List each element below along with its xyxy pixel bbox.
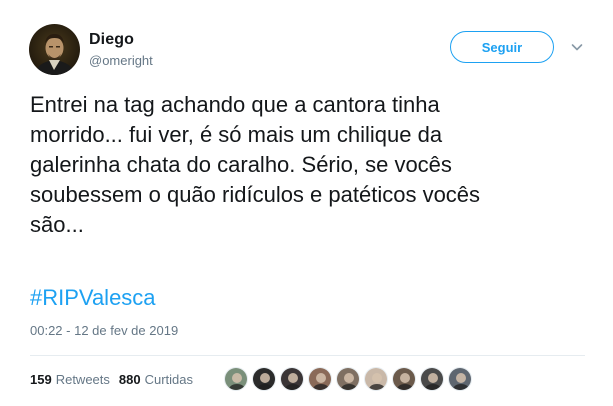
tweet-text: Entrei na tag achando que a cantora tinh… <box>30 90 590 240</box>
tweet-text-line: soubessem o quão ridículos e patéticos v… <box>30 182 481 207</box>
liker-avatar-2[interactable] <box>252 367 276 391</box>
retweets-label: Retweets <box>55 372 110 387</box>
liker-avatar-3[interactable] <box>280 367 304 391</box>
liker-avatar-7[interactable] <box>392 367 416 391</box>
liker-avatar-8[interactable] <box>420 367 444 391</box>
retweets-count: 159 <box>30 372 52 387</box>
tweet-timestamp[interactable]: 00:22 - 12 de fev de 2019 <box>30 323 178 338</box>
liker-avatar-4[interactable] <box>308 367 332 391</box>
author-username[interactable]: @omeright <box>89 53 153 68</box>
liker-avatar-1[interactable] <box>224 367 248 391</box>
author-display-name[interactable]: Diego <box>89 31 134 49</box>
profile-photo-icon[interactable] <box>29 24 80 75</box>
tweet-stats: 159 Retweets 880 Curtidas <box>30 372 202 387</box>
chevron-down-icon[interactable] <box>570 40 584 54</box>
likes-count: 880 <box>118 372 141 387</box>
tweet-text-line: Entrei na tag achando que a cantora tinh… <box>30 92 440 117</box>
liker-avatar-5[interactable] <box>336 367 360 391</box>
hashtag-link[interactable]: #RIPValesca <box>30 283 156 313</box>
likers-avatar-list <box>224 367 476 391</box>
liker-avatar-9[interactable] <box>448 367 472 391</box>
likes-stat[interactable]: 880 Curtidas <box>119 372 193 387</box>
liker-avatar-6[interactable] <box>364 367 388 391</box>
tweet-text-line: galerinha chata do caralho. Sério, se vo… <box>30 152 452 177</box>
divider <box>30 355 585 356</box>
retweets-stat[interactable]: 159 Retweets <box>30 372 110 387</box>
tweet-text-line: morrido... fui ver, é só mais um chiliqu… <box>30 122 443 147</box>
tweet-card: Diego @omeright Seguir Entrei na tag ach… <box>0 0 613 406</box>
tweet-text-line: são... <box>30 212 84 237</box>
likes-label: Curtidas <box>144 372 194 387</box>
follow-button[interactable]: Seguir <box>450 31 554 63</box>
